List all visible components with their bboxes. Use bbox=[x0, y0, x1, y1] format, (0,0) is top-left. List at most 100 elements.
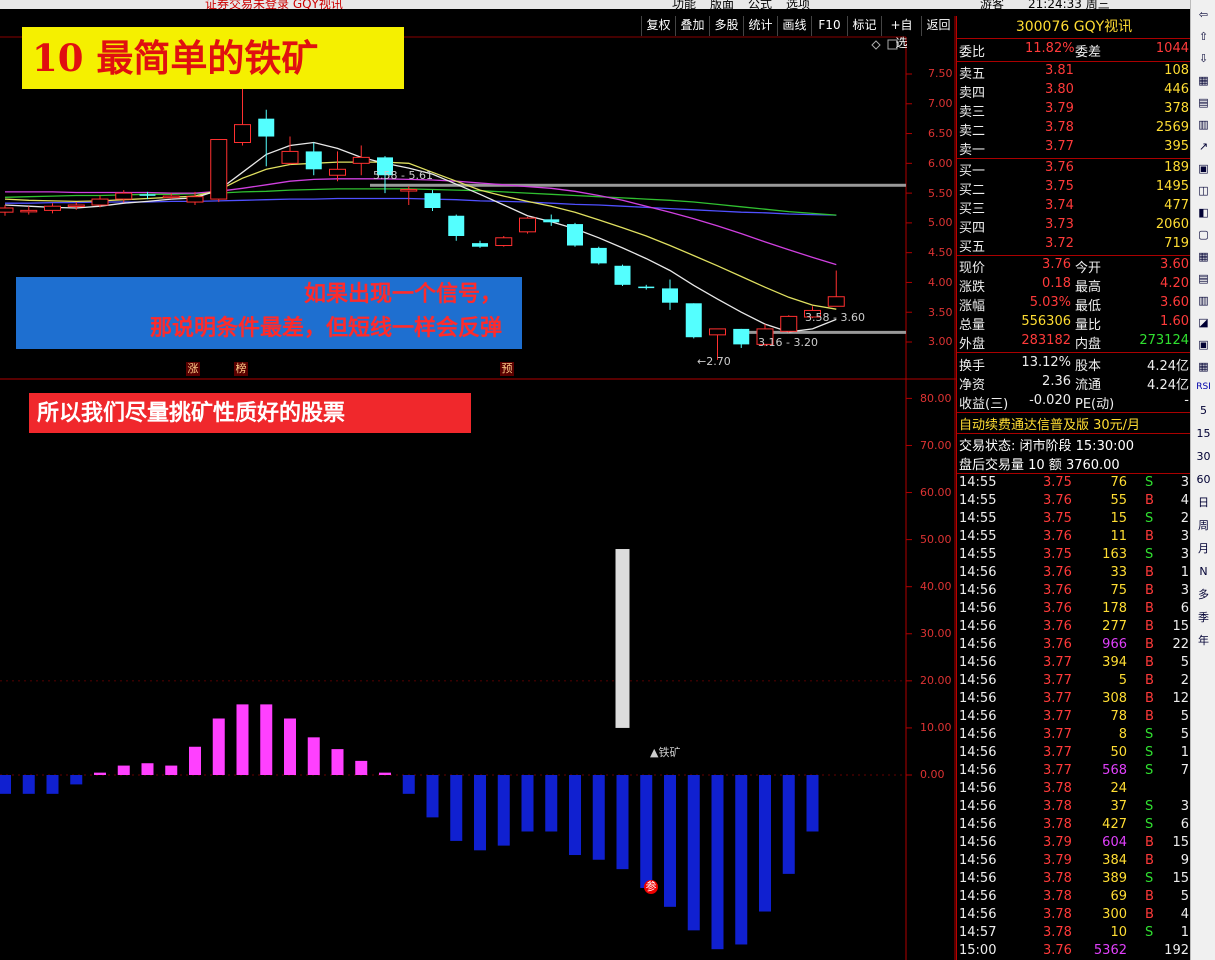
candle-body-down bbox=[590, 247, 607, 264]
tick-row: 14:56 3.77 50 S 1 bbox=[959, 745, 1189, 764]
weibi-row: 委比 11.82% 委差 1044 bbox=[959, 41, 1189, 60]
toolbar-multi-button[interactable]: 多股 bbox=[709, 16, 743, 36]
sidebar-period-0[interactable]: RSI bbox=[1193, 378, 1214, 397]
sidebar-tool-icon[interactable]: ◧ bbox=[1193, 203, 1214, 222]
sidebar-period-11[interactable]: 年 bbox=[1193, 631, 1214, 650]
tick-row: 14:56 3.78 37 S 3 bbox=[959, 799, 1189, 818]
tag-yu[interactable]: 预 bbox=[500, 362, 514, 376]
sidebar-period-3[interactable]: 30 bbox=[1193, 447, 1214, 466]
stat-label: 内盘 bbox=[1075, 337, 1102, 352]
toolbar-overlay-button[interactable]: 叠加 bbox=[675, 16, 709, 36]
menu-function[interactable]: 功能 bbox=[672, 0, 696, 9]
sidebar-tool-icon[interactable]: ▦ bbox=[1193, 71, 1214, 90]
sidebar-period-4[interactable]: 60 bbox=[1193, 470, 1214, 489]
sidebar-period-1[interactable]: 5 bbox=[1193, 401, 1214, 420]
tick-row: 14:56 3.78 389 S 15 bbox=[959, 871, 1189, 890]
tick-count: 3 bbox=[1180, 547, 1189, 562]
menu-layout[interactable]: 版面 bbox=[710, 0, 734, 9]
toolbar-f10-button[interactable]: F10 bbox=[811, 16, 847, 36]
tick-volume: 55 bbox=[1110, 493, 1127, 508]
tick-price: 3.76 bbox=[1043, 583, 1072, 598]
toolbar-watchlist-button[interactable]: +自选 bbox=[881, 16, 921, 50]
sidebar-tool-icon[interactable]: ▢ bbox=[1193, 225, 1214, 244]
sidebar-tool-icon[interactable]: ◪ bbox=[1193, 313, 1214, 332]
tag-can[interactable]: 参 bbox=[644, 880, 658, 894]
bid-label: 买四 bbox=[959, 221, 986, 236]
promo-link[interactable]: 自动续费通达信普及版 30元/月 bbox=[959, 414, 1189, 433]
ask-row: 卖三 3.79 378 bbox=[959, 101, 1189, 120]
sidebar-tool-icon[interactable]: ◫ bbox=[1193, 181, 1214, 200]
tick-count: 3 bbox=[1180, 799, 1189, 814]
menu-formula[interactable]: 公式 bbox=[748, 0, 772, 9]
sidebar-tool-icon[interactable]: ⇩ bbox=[1193, 49, 1214, 68]
tick-volume: 24 bbox=[1110, 781, 1127, 796]
toolbar-stats-button[interactable]: 统计 bbox=[743, 16, 777, 36]
candle-body-up bbox=[827, 296, 845, 307]
candle-body-up bbox=[20, 209, 38, 213]
ask-label: 卖三 bbox=[959, 105, 986, 120]
toolbar-draw-button[interactable]: 画线 bbox=[777, 16, 811, 36]
kline-chart[interactable] bbox=[0, 0, 956, 960]
sidebar-period-6[interactable]: 周 bbox=[1193, 516, 1214, 535]
macd-bar-neg bbox=[687, 775, 700, 931]
macd-bar-neg bbox=[782, 775, 795, 874]
tick-price: 3.77 bbox=[1043, 763, 1072, 778]
sidebar-period-7[interactable]: 月 bbox=[1193, 539, 1214, 558]
candle-body-down bbox=[472, 243, 488, 247]
macd-bar-pos bbox=[189, 746, 201, 775]
tick-time: 14:56 bbox=[959, 565, 997, 580]
sidebar-tool-icon[interactable]: ▤ bbox=[1193, 93, 1214, 112]
tag-bang[interactable]: 榜 bbox=[234, 362, 248, 376]
stat-value: - bbox=[1184, 393, 1189, 408]
sidebar-tool-icon[interactable]: ▣ bbox=[1193, 159, 1214, 178]
candle-body-up bbox=[400, 189, 418, 192]
sidebar-tool-icon[interactable]: ▦ bbox=[1193, 247, 1214, 266]
tick-side: S bbox=[1145, 763, 1154, 778]
annotation-title: 10 最简单的铁矿 bbox=[22, 27, 404, 89]
menu-options[interactable]: 选项 bbox=[786, 0, 810, 9]
tick-count: 5 bbox=[1180, 889, 1189, 904]
sidebar-tool-icon[interactable]: ▦ bbox=[1193, 357, 1214, 376]
sidebar-period-9[interactable]: 多 bbox=[1193, 585, 1214, 604]
sidebar-period-5[interactable]: 日 bbox=[1193, 493, 1214, 512]
tick-volume: 37 bbox=[1110, 799, 1127, 814]
candle-body-up bbox=[709, 328, 726, 336]
sidebar-tool-icon[interactable]: ▤ bbox=[1193, 269, 1214, 288]
ma-line-blue bbox=[5, 197, 837, 216]
sidebar-period-10[interactable]: 季 bbox=[1193, 608, 1214, 627]
stat-label: 最低 bbox=[1075, 299, 1102, 314]
low-label: ←2.70 bbox=[697, 355, 731, 368]
tag-zhang[interactable]: 涨 bbox=[186, 362, 200, 376]
stat-value: -0.020 bbox=[1029, 393, 1071, 408]
tick-price: 3.77 bbox=[1043, 727, 1072, 742]
tick-price: 3.77 bbox=[1043, 655, 1072, 670]
toolbar-adjust-button[interactable]: 复权 bbox=[641, 16, 675, 36]
tick-side: B bbox=[1145, 583, 1154, 598]
sidebar-tool-icon[interactable]: ▥ bbox=[1193, 291, 1214, 310]
stat-label: 流通 bbox=[1075, 378, 1102, 393]
stat-value: 3.60 bbox=[1160, 295, 1189, 310]
tick-side: B bbox=[1145, 853, 1154, 868]
sidebar-tool-icon[interactable]: ▣ bbox=[1193, 335, 1214, 354]
macd-bar-pos bbox=[141, 763, 154, 775]
sidebar-period-2[interactable]: 15 bbox=[1193, 424, 1214, 443]
sidebar-tool-icon[interactable]: ⇧ bbox=[1193, 27, 1214, 46]
sidebar-period-8[interactable]: N bbox=[1193, 562, 1214, 581]
stat-value: 273124 bbox=[1139, 333, 1189, 348]
candle-body-down bbox=[424, 193, 441, 208]
candle-body-down bbox=[305, 151, 322, 170]
toolbar-back-button[interactable]: 返回 bbox=[921, 16, 955, 36]
sidebar-tool-icon[interactable]: ↗ bbox=[1193, 137, 1214, 156]
tick-volume: 50 bbox=[1110, 745, 1127, 760]
toolbar-mark-button[interactable]: 标记 bbox=[847, 16, 881, 36]
tick-time: 14:56 bbox=[959, 673, 997, 688]
sidebar-tool-icon[interactable]: ⇦ bbox=[1193, 5, 1214, 24]
tick-count: 4 bbox=[1180, 493, 1189, 508]
quote-panel: 300076 GQY视讯 委比 11.82% 委差 1044 卖五 3.81 108… bbox=[956, 16, 1191, 960]
tick-time: 14:56 bbox=[959, 709, 997, 724]
sidebar-tool-icon[interactable]: ▥ bbox=[1193, 115, 1214, 134]
signal-label: ▲铁矿 bbox=[650, 746, 681, 759]
ask-label: 卖一 bbox=[959, 143, 986, 158]
annotation-blue-line1: 如果出现一个信号， bbox=[303, 281, 502, 307]
high-range-label: 5.58 - 5.61 bbox=[373, 169, 433, 182]
